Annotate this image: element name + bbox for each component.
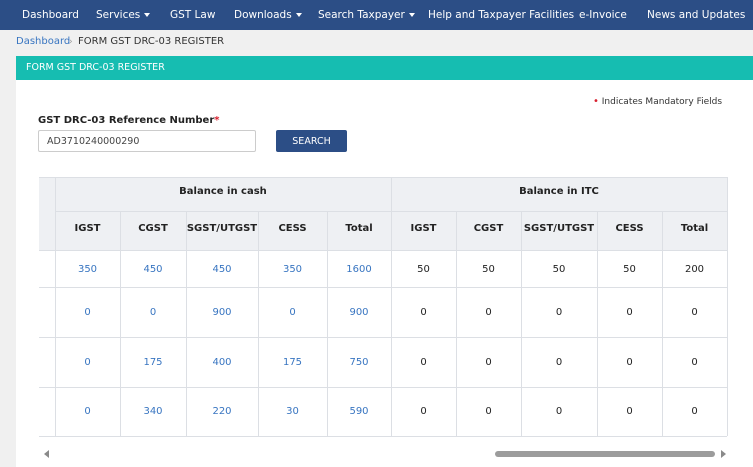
chevron-down-icon xyxy=(295,13,302,17)
cash-balance-cell[interactable]: 900 xyxy=(327,288,391,337)
required-star: * xyxy=(214,115,220,126)
nav-downloads[interactable]: Downloads xyxy=(234,0,302,30)
ref-number-label: GST DRC-03 Reference Number* xyxy=(38,115,219,126)
cash-balance-cell[interactable]: 0 xyxy=(55,288,120,337)
nav-dashboard[interactable]: Dashboard xyxy=(22,0,79,30)
itc-balance-cell: 0 xyxy=(691,357,698,368)
column-header: SGST/UTGST xyxy=(186,223,258,234)
itc-balance-cell: 0 xyxy=(420,357,427,368)
mandatory-note: • Indicates Mandatory Fields xyxy=(593,96,722,107)
nav-gst-law-label: GST Law xyxy=(170,9,216,21)
itc-balance-cell: 0 xyxy=(420,406,427,417)
ref-number-input[interactable] xyxy=(38,130,256,152)
itc-balance-cell: 0 xyxy=(691,406,698,417)
itc-balance-cell: 0 xyxy=(691,307,698,318)
chevron-down-icon xyxy=(408,13,415,17)
header-bottom-border xyxy=(39,250,727,251)
breadcrumb-dashboard-link[interactable]: Dashboard xyxy=(16,30,70,54)
nav-gst-law[interactable]: GST Law xyxy=(170,0,215,30)
cash-balance-cell[interactable]: 350 xyxy=(55,252,120,287)
cash-balance-cell[interactable]: 175 xyxy=(258,338,327,387)
horizontal-scrollbar[interactable] xyxy=(39,448,727,460)
nav-services[interactable]: Services xyxy=(96,0,151,30)
top-navigation: Dashboard Services GST Law Downloads Sea… xyxy=(0,0,753,30)
cash-balance-cell[interactable]: 350 xyxy=(258,252,327,287)
nav-e-invoice[interactable]: e-Invoice xyxy=(579,0,627,30)
group-header-cash: Balance in cash xyxy=(179,186,267,197)
cash-balance-cell[interactable]: 0 xyxy=(55,338,120,387)
itc-balance-cell: 50 xyxy=(552,264,566,275)
column-header: SGST/UTGST xyxy=(523,223,595,234)
required-dot-icon: • xyxy=(593,96,599,107)
column-header: Total xyxy=(680,223,709,234)
scrollbar-thumb[interactable] xyxy=(495,451,715,457)
cash-balance-cell[interactable]: 175 xyxy=(120,338,186,387)
cash-balance-cell[interactable]: 750 xyxy=(327,338,391,387)
itc-balance-cell: 50 xyxy=(623,264,636,275)
search-button[interactable]: SEARCH xyxy=(276,130,347,152)
itc-balance-cell: 0 xyxy=(555,357,563,368)
cash-balance-cell[interactable]: 900 xyxy=(186,288,258,337)
column-header: CESS xyxy=(615,223,644,234)
column-header: CESS xyxy=(278,223,307,234)
column-header: IGST xyxy=(74,223,101,234)
column-header: Total xyxy=(345,223,373,234)
nav-news-label: News and Updates xyxy=(647,9,746,21)
nav-dashboard-label: Dashboard xyxy=(22,9,79,21)
itc-balance-cell: 0 xyxy=(555,307,563,318)
itc-balance-cell: 200 xyxy=(684,264,705,275)
column-header: CGST xyxy=(473,223,504,234)
ref-number-label-text: GST DRC-03 Reference Number xyxy=(38,115,215,126)
group-header-itc: Balance in ITC xyxy=(519,186,599,197)
cash-balance-cell[interactable]: 0 xyxy=(258,288,327,337)
breadcrumb-current: FORM GST DRC-03 REGISTER xyxy=(78,36,225,47)
cash-balance-cell[interactable]: 1600 xyxy=(327,252,391,287)
scroll-right-icon[interactable] xyxy=(721,450,726,458)
cash-balance-cell[interactable]: 590 xyxy=(327,388,391,436)
cash-balance-cell[interactable]: 220 xyxy=(186,388,258,436)
itc-balance-cell: 0 xyxy=(626,406,633,417)
scroll-left-icon[interactable] xyxy=(44,450,49,458)
cash-balance-cell[interactable]: 450 xyxy=(186,252,258,287)
chevron-down-icon xyxy=(144,13,151,17)
nav-news-updates[interactable]: News and Updates xyxy=(647,0,745,30)
itc-balance-cell: 0 xyxy=(420,307,427,318)
row-divider-line xyxy=(39,436,727,437)
itc-balance-cell: 50 xyxy=(417,264,430,275)
table-right-border xyxy=(727,177,728,436)
nav-services-label: Services xyxy=(96,9,141,21)
column-header: CGST xyxy=(138,223,168,234)
itc-balance-cell: 0 xyxy=(626,357,633,368)
itc-balance-cell: 0 xyxy=(626,307,633,318)
nav-search-taxpayer-label: Search Taxpayer xyxy=(318,9,405,21)
nav-help-label: Help and Taxpayer Facilities xyxy=(428,9,575,21)
nav-search-taxpayer[interactable]: Search Taxpayer xyxy=(318,0,415,30)
itc-balance-cell: 50 xyxy=(482,264,495,275)
itc-balance-cell: 0 xyxy=(485,406,492,417)
panel-title: FORM GST DRC-03 REGISTER xyxy=(26,62,165,73)
nav-help-taxpayer-facilities[interactable]: Help and Taxpayer Facilities xyxy=(428,0,574,30)
itc-balance-cell: 0 xyxy=(485,307,492,318)
nav-downloads-label: Downloads xyxy=(234,9,292,21)
itc-balance-cell: 0 xyxy=(555,406,563,417)
cash-balance-cell[interactable]: 30 xyxy=(258,388,327,436)
cash-balance-cell[interactable]: 400 xyxy=(186,338,258,387)
cash-balance-cell[interactable]: 450 xyxy=(120,252,186,287)
cash-balance-cell[interactable]: 340 xyxy=(120,388,186,436)
mandatory-note-text: Indicates Mandatory Fields xyxy=(601,97,723,107)
column-header: IGST xyxy=(410,223,437,234)
breadcrumb: Dashboard › FORM GST DRC-03 REGISTER xyxy=(0,30,753,54)
breadcrumb-separator: › xyxy=(69,37,73,47)
cash-balance-cell[interactable]: 0 xyxy=(55,388,120,436)
nav-e-invoice-label: e-Invoice xyxy=(579,9,627,21)
cash-balance-cell[interactable]: 0 xyxy=(120,288,186,337)
panel-header: FORM GST DRC-03 REGISTER xyxy=(16,56,753,80)
itc-balance-cell: 0 xyxy=(485,357,492,368)
